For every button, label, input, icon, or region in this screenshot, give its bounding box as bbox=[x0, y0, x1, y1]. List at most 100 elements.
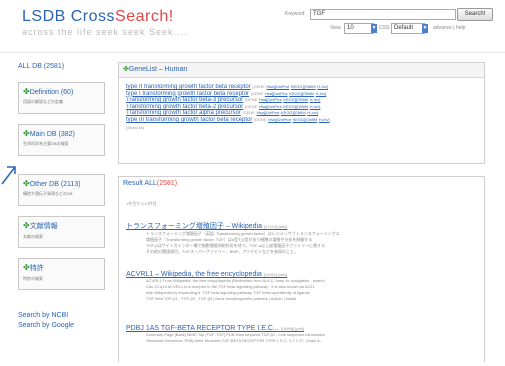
db-link[interactable]: [UniProt bbox=[267, 104, 281, 109]
result-meta: [47414] [wiki] bbox=[263, 224, 288, 229]
keyword-label: Keyword bbox=[285, 11, 305, 17]
pointer-arrow-icon bbox=[1, 166, 16, 185]
db-link[interactable]: KEGG] bbox=[283, 104, 296, 109]
category-patent[interactable]: ✤特許 特許の検索 bbox=[18, 258, 105, 290]
result-snippet-line: その他の関連項目。TGFスーパーファミリー、BMP、アクチビンなどを参照のこと。 bbox=[146, 249, 299, 254]
category-description: 構造や遺伝子発現などのDB bbox=[23, 191, 73, 196]
css-dropdown-arrow-icon[interactable]: ▼ bbox=[422, 24, 428, 33]
gene-item[interactable]: Transforming growth factor beta-2 precur… bbox=[126, 104, 484, 111]
all-db-link[interactable]: ALL DB (2581) bbox=[18, 63, 64, 70]
db-link[interactable]: Hsa] bbox=[259, 104, 267, 109]
result-title-text[interactable]: PDBJ 1AS TGF-BETA RECEPTOR TYPE I.E.C... bbox=[126, 325, 279, 332]
logo-accent-text: Search! bbox=[115, 8, 174, 25]
result-meta: [14351] [wiki] bbox=[263, 272, 288, 277]
css-select-value: Default bbox=[394, 25, 414, 31]
result-title-link[interactable]: PDBJ 1AS TGF-BETA RECEPTOR TYPE I.E.C...… bbox=[126, 325, 476, 332]
db-link[interactable]: [OMIM bbox=[296, 104, 308, 109]
leaf-icon: ✤ bbox=[23, 129, 30, 138]
advanced-help-links[interactable]: advance | help bbox=[433, 25, 465, 31]
gene-meta: [GENE bbox=[252, 84, 265, 89]
db-link[interactable]: [OMIM bbox=[302, 91, 314, 96]
db-link[interactable]: [OMIM bbox=[294, 110, 306, 115]
category-description: 文献の検索 bbox=[23, 234, 43, 239]
gene-meta: [GENE bbox=[242, 110, 255, 116]
search-by-ncbi-link[interactable]: Search by NCBI bbox=[18, 312, 68, 319]
gene-name-link[interactable]: type II transforming growth factor beta … bbox=[126, 84, 251, 90]
leaf-icon: ✤ bbox=[23, 263, 30, 272]
gene-name-link[interactable]: type III transforming growth factor beta… bbox=[126, 117, 252, 123]
result-title-link[interactable]: ACVRL1 – Wikipedia, the free encyclopedi… bbox=[126, 271, 476, 278]
db-link[interactable]: KEGG] bbox=[281, 110, 294, 115]
leaf-icon: ✤ bbox=[23, 87, 30, 96]
css-select[interactable]: Default bbox=[391, 23, 425, 34]
gene-list-panel: ✤GeneList – Human type II transforming g… bbox=[118, 62, 485, 164]
result-snippet-line: Structural Genomics: PDBj Mine Structure… bbox=[146, 338, 324, 343]
gene-name-link[interactable]: Transforming growth factor alpha precurs… bbox=[126, 110, 241, 116]
category-description: 用語の解説などの定義 bbox=[23, 99, 63, 104]
gene-name-link[interactable]: Transforming growth factor beta-2 precur… bbox=[126, 104, 243, 110]
gene-item[interactable]: type I transforming growth factor beta r… bbox=[126, 91, 484, 98]
db-link[interactable]: H-Inv] bbox=[307, 110, 318, 115]
category-literature[interactable]: ✤文献情報 文献の検索 bbox=[18, 216, 105, 248]
gene-list-title: GeneList – Human bbox=[128, 66, 188, 73]
tagline: across the life seek seek Seek.... bbox=[22, 27, 188, 37]
gene-item[interactable]: type III transforming growth factor beta… bbox=[126, 117, 484, 124]
gene-item[interactable]: Transforming growth factor beta-3 precur… bbox=[126, 97, 484, 104]
db-link[interactable]: Hsa] bbox=[257, 110, 265, 115]
gene-item[interactable]: Transforming growth factor alpha precurs… bbox=[126, 110, 484, 117]
gene-name-link[interactable]: Transforming growth factor beta-3 precur… bbox=[126, 97, 243, 103]
db-link[interactable]: KEGG] bbox=[289, 91, 302, 96]
result-count: (2581) bbox=[156, 180, 178, 187]
category-other-db[interactable]: ✤Other DB (2113) 構造や遺伝子発現などのDB bbox=[18, 174, 105, 206]
db-link[interactable]: Hsa] bbox=[267, 84, 275, 89]
result-title-text[interactable]: ACVRL1 – Wikipedia, the free encyclopedi… bbox=[126, 271, 262, 278]
header: LSDB CrossSearch! across the life seek s… bbox=[0, 0, 505, 52]
gene-item[interactable]: type II transforming growth factor beta … bbox=[126, 84, 484, 91]
keyword-input[interactable]: TGF bbox=[310, 9, 456, 20]
css-label: CSS bbox=[379, 25, 390, 31]
db-link[interactable]: [UniProt bbox=[273, 91, 287, 96]
db-link[interactable]: [OMIM bbox=[305, 117, 317, 122]
header-divider bbox=[0, 52, 505, 53]
db-link[interactable]: H-Inv] bbox=[317, 84, 328, 89]
category-description: 特許の検索 bbox=[23, 276, 43, 281]
db-link[interactable]: [UniProt bbox=[267, 97, 281, 102]
gene-meta: [GENE bbox=[250, 90, 264, 96]
leaf-icon: ✤ bbox=[23, 221, 30, 230]
gene-name-link[interactable]: type I transforming growth factor beta r… bbox=[126, 91, 249, 97]
result-title-link[interactable]: トランスフォーミング増殖因子 – Wikipedia [47414] [wiki… bbox=[126, 221, 476, 231]
db-link[interactable]: Hsa] bbox=[259, 97, 267, 102]
view-dropdown-arrow-icon[interactable]: ▼ bbox=[371, 24, 377, 33]
db-link[interactable]: [OMIM bbox=[296, 97, 308, 102]
db-link[interactable]: KEGG] bbox=[283, 97, 296, 102]
result-header: Result ALL(2581) bbox=[119, 177, 484, 191]
db-link[interactable]: H-Inv] bbox=[310, 97, 321, 102]
gene-meta: [GENE bbox=[254, 116, 267, 122]
db-link[interactable]: [UniProt bbox=[275, 84, 289, 89]
db-link[interactable]: H-Inv] bbox=[316, 91, 327, 96]
category-label: 特許 bbox=[29, 265, 44, 272]
show-all-link[interactable]: (Show All) bbox=[119, 124, 484, 130]
db-link[interactable]: Hsa] bbox=[265, 91, 273, 96]
gene-meta: [GENE bbox=[244, 103, 258, 109]
db-link[interactable]: [UniProt bbox=[276, 117, 290, 122]
db-link[interactable]: [OMIM bbox=[304, 84, 316, 89]
result-title: Result ALL bbox=[123, 180, 157, 187]
category-label: Definition (60) bbox=[29, 89, 74, 96]
view-select[interactable]: 10 bbox=[344, 23, 374, 34]
site-logo[interactable]: LSDB CrossSearch! bbox=[22, 8, 174, 26]
category-definition[interactable]: ✤Definition (60) 用語の解説などの定義 bbox=[18, 82, 105, 114]
category-main-db[interactable]: ✤Main DB (382) 生命科学系主要DBの検索 bbox=[18, 124, 105, 156]
result-title-text[interactable]: トランスフォーミング増殖因子 – Wikipedia bbox=[126, 223, 262, 230]
search-by-google-link[interactable]: Search by Google bbox=[18, 322, 74, 329]
category-description: 生命科学系主要DBの検索 bbox=[23, 141, 69, 146]
result-meta: [14998] [pdb] bbox=[280, 326, 305, 331]
db-link[interactable]: KEGG] bbox=[293, 117, 306, 122]
search-button[interactable]: Search! bbox=[457, 8, 493, 21]
db-link[interactable]: H-Inv] bbox=[319, 117, 330, 122]
view-label: View bbox=[330, 25, 341, 31]
db-link[interactable]: [UniProt bbox=[265, 110, 279, 115]
db-link[interactable]: H-Inv] bbox=[310, 104, 321, 109]
db-link[interactable]: KEGG] bbox=[291, 84, 304, 89]
result-item: トランスフォーミング増殖因子 – Wikipedia [47414] [wiki… bbox=[126, 221, 476, 255]
